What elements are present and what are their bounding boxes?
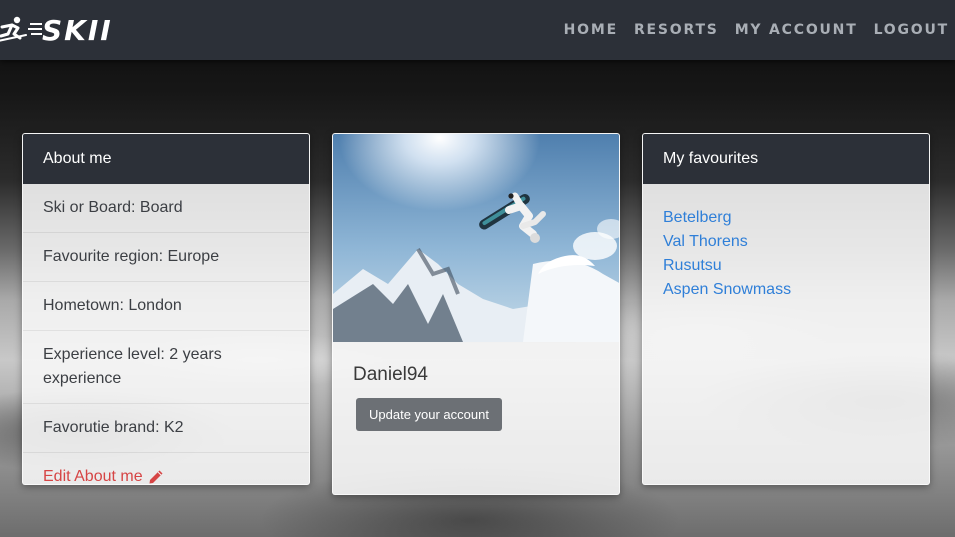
- favourites-header: My favourites: [643, 134, 929, 184]
- brand-logo[interactable]: SKII: [0, 0, 113, 60]
- nav-links: HOME RESORTS MY ACCOUNT LOGOUT: [548, 22, 955, 38]
- profile-username: Daniel94: [353, 364, 428, 385]
- favourite-link-rusutsu[interactable]: Rusutsu: [663, 257, 722, 274]
- favourites-list: Betelberg Val Thorens Rusutsu Aspen Snow…: [643, 184, 929, 324]
- about-me-header: About me: [23, 134, 309, 184]
- pencil-icon: [149, 470, 163, 484]
- favourite-link-aspen-snowmass[interactable]: Aspen Snowmass: [663, 281, 791, 298]
- brand-name: SKII: [42, 13, 113, 47]
- about-me-list: Ski or Board: Board Favourite region: Eu…: [23, 184, 309, 485]
- edit-about-me-link[interactable]: Edit About me: [23, 453, 309, 485]
- list-item: Rusutsu: [663, 254, 909, 278]
- about-item-experience-level: Experience level: 2 years experience: [23, 331, 309, 404]
- favourites-card: My favourites Betelberg Val Thorens Rusu…: [642, 133, 930, 485]
- nav-logout[interactable]: LOGOUT: [874, 22, 949, 38]
- about-item-favourite-region: Favourite region: Europe: [23, 233, 309, 282]
- profile-card: Daniel94 Update your account: [332, 133, 620, 495]
- list-item: Val Thorens: [663, 230, 909, 254]
- list-item: Betelberg: [663, 206, 909, 230]
- speed-lines-icon: [28, 23, 42, 35]
- favourite-link-val-thorens[interactable]: Val Thorens: [663, 233, 748, 250]
- list-item: Aspen Snowmass: [663, 278, 909, 302]
- about-item-hometown: Hometown: London: [23, 282, 309, 331]
- nav-my-account[interactable]: MY ACCOUNT: [735, 22, 858, 38]
- skier-icon: [0, 16, 27, 42]
- about-item-favourite-brand: Favorutie brand: K2: [23, 404, 309, 453]
- edit-about-me-label: Edit About me: [43, 468, 143, 485]
- favourite-link-betelberg[interactable]: Betelberg: [663, 209, 732, 226]
- nav-resorts[interactable]: RESORTS: [634, 22, 719, 38]
- snowboarder-photo: [333, 134, 619, 342]
- nav-home[interactable]: HOME: [564, 22, 618, 38]
- about-item-ski-or-board: Ski or Board: Board: [23, 184, 309, 233]
- about-me-card: About me Ski or Board: Board Favourite r…: [22, 133, 310, 485]
- top-navbar: SKII HOME RESORTS MY ACCOUNT LOGOUT: [0, 0, 955, 60]
- update-account-button[interactable]: Update your account: [356, 398, 502, 431]
